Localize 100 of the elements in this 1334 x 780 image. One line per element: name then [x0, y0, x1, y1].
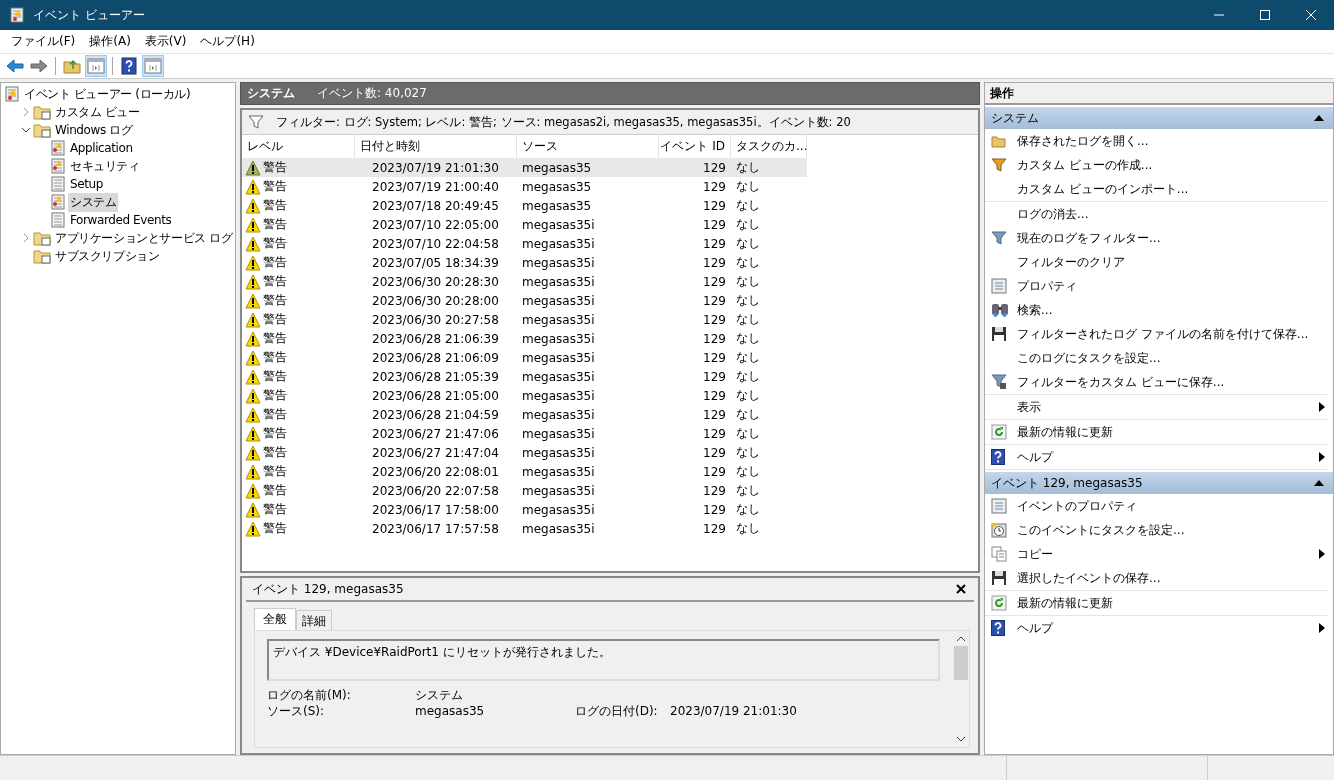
table-cell-text: 129 — [702, 483, 727, 498]
action-item[interactable]: ログの消去... — [985, 202, 1327, 226]
warning-icon — [245, 406, 261, 423]
tree-item[interactable]: セキュリティ — [68, 156, 142, 176]
scroll-down-icon[interactable] — [955, 735, 966, 743]
level-text: 警告 — [263, 482, 287, 499]
action-item[interactable]: カスタム ビューのインポート... — [985, 177, 1327, 201]
action-item[interactable]: ヘルプ — [985, 445, 1327, 469]
scroll-thumb[interactable] — [953, 646, 968, 680]
event-row[interactable]: 警告 2023/06/27 21:47:06 megasas35i 129 なし — [242, 424, 807, 443]
detail-title: イベント 129, megasas35 — [252, 580, 404, 598]
help-button[interactable] — [118, 55, 140, 77]
level-text: 警告 — [263, 501, 287, 518]
pane-toggle-button[interactable] — [85, 55, 107, 77]
section-header[interactable]: システム — [985, 107, 1333, 129]
chevron-down-icon[interactable] — [21, 125, 31, 135]
table-cell-text: 2023/06/28 21:06:09 — [371, 350, 500, 365]
tree-item[interactable]: システム — [68, 192, 119, 212]
action-item[interactable]: プロパティ — [985, 274, 1327, 298]
tree-item[interactable]: Application — [68, 140, 135, 156]
funnel-icon — [991, 158, 1007, 172]
table-cell-text: なし — [735, 368, 761, 385]
event-row[interactable]: 警告 2023/07/19 21:01:30 megasas35 129 なし — [242, 158, 807, 177]
properties-icon — [991, 498, 1007, 514]
log-icon — [50, 176, 66, 192]
tree-item[interactable]: イベント ビューアー (ローカル) — [22, 84, 193, 104]
event-row[interactable]: 警告 2023/06/20 22:08:01 megasas35i 129 なし — [242, 462, 807, 481]
level-text: 警告 — [263, 368, 287, 385]
action-item[interactable]: ヘルプ — [985, 616, 1327, 640]
actions-title: 操作 — [985, 83, 1333, 105]
collapse-icon[interactable] — [1313, 114, 1325, 122]
action-item[interactable]: フィルターをカスタム ビューに保存... — [985, 370, 1327, 394]
menu-item[interactable]: 表示(V) — [137, 33, 194, 50]
table-cell-text: megasas35i — [521, 464, 596, 479]
event-row[interactable]: 警告 2023/06/17 17:58:00 megasas35i 129 なし — [242, 500, 807, 519]
tree-item[interactable]: カスタム ビュー — [53, 102, 142, 122]
close-button[interactable] — [956, 584, 966, 594]
action-item[interactable]: イベントのプロパティ — [985, 494, 1327, 518]
table-cell-text: megasas35i — [521, 274, 596, 289]
menu-item[interactable]: 操作(A) — [82, 33, 138, 50]
action-item[interactable]: 検索... — [985, 298, 1327, 322]
action-item[interactable]: 最新の情報に更新 — [985, 420, 1327, 444]
event-row[interactable]: 警告 2023/06/30 20:27:58 megasas35i 129 なし — [242, 310, 807, 329]
event-row[interactable]: 警告 2023/07/19 21:00:40 megasas35 129 なし — [242, 177, 807, 196]
action-item[interactable]: カスタム ビューの作成... — [985, 153, 1327, 177]
table-cell-text: 129 — [702, 179, 727, 194]
tab[interactable]: 詳細 — [296, 610, 332, 630]
tab[interactable]: 全般 — [254, 608, 296, 630]
event-log-icon — [9, 7, 25, 23]
event-row[interactable]: 警告 2023/06/28 21:05:39 megasas35i 129 なし — [242, 367, 807, 386]
table-cell-text: megasas35 — [521, 160, 593, 175]
tree-item[interactable]: サブスクリプション — [53, 246, 162, 266]
event-row[interactable]: 警告 2023/06/20 22:07:58 megasas35i 129 なし — [242, 481, 807, 500]
tree-item[interactable]: Setup — [68, 176, 105, 192]
menu-item[interactable]: ヘルプ(H) — [193, 33, 262, 50]
table-cell-text: なし — [735, 311, 761, 328]
event-row[interactable]: 警告 2023/06/28 21:06:39 megasas35i 129 なし — [242, 329, 807, 348]
event-row[interactable]: 警告 2023/07/18 20:49:45 megasas35 129 なし — [242, 196, 807, 215]
level-text: 警告 — [263, 463, 287, 480]
action-item[interactable]: このログにタスクを設定... — [985, 346, 1327, 370]
action-item[interactable]: フィルターのクリア — [985, 250, 1327, 274]
action-item[interactable]: フィルターされたログ ファイルの名前を付けて保存... — [985, 322, 1327, 346]
tree-item[interactable]: Forwarded Events — [68, 212, 174, 228]
event-row[interactable]: 警告 2023/06/27 21:47:04 megasas35i 129 なし — [242, 443, 807, 462]
table-cell-text: なし — [735, 482, 761, 499]
section-header[interactable]: イベント 129, megasas35 — [985, 472, 1333, 494]
pane-toggle-button[interactable] — [142, 55, 164, 77]
action-item[interactable]: 表示 — [985, 395, 1327, 419]
folder-icon — [33, 248, 51, 264]
event-row[interactable]: 警告 2023/07/10 22:05:00 megasas35i 129 なし — [242, 215, 807, 234]
table-cell-text: 129 — [702, 217, 727, 232]
event-row[interactable]: 警告 2023/07/05 18:34:39 megasas35i 129 なし — [242, 253, 807, 272]
table-cell-text: 2023/07/18 20:49:45 — [371, 198, 500, 213]
folder-icon — [33, 122, 51, 138]
event-row[interactable]: 警告 2023/06/30 20:28:00 megasas35i 129 なし — [242, 291, 807, 310]
warning-icon — [245, 482, 261, 499]
action-item[interactable]: 最新の情報に更新 — [985, 591, 1327, 615]
table-cell-text: 2023/07/10 22:04:58 — [371, 236, 500, 251]
action-item[interactable]: 現在のログをフィルター... — [985, 226, 1327, 250]
collapse-icon[interactable] — [1313, 479, 1325, 487]
scroll-up-icon[interactable] — [955, 635, 966, 643]
chevron-right-icon[interactable] — [21, 233, 31, 243]
event-count: イベント数: 40,027 — [317, 85, 427, 102]
action-item[interactable]: コピー — [985, 542, 1327, 566]
event-row[interactable]: 警告 2023/07/10 22:04:58 megasas35i 129 なし — [242, 234, 807, 253]
level-text: 警告 — [263, 273, 287, 290]
tree-item[interactable]: アプリケーションとサービス ログ — [53, 228, 235, 248]
event-row[interactable]: 警告 2023/06/17 17:57:58 megasas35i 129 なし — [242, 519, 807, 538]
event-row[interactable]: 警告 2023/06/28 21:05:00 megasas35i 129 なし — [242, 386, 807, 405]
action-item[interactable]: 選択したイベントの保存... — [985, 566, 1327, 590]
table-cell-text: 2023/06/30 20:28:00 — [371, 293, 500, 308]
warning-icon — [245, 520, 261, 537]
event-row[interactable]: 警告 2023/06/28 21:06:09 megasas35i 129 なし — [242, 348, 807, 367]
tree-item[interactable]: Windows ログ — [53, 120, 135, 140]
event-row[interactable]: 警告 2023/06/28 21:04:59 megasas35i 129 なし — [242, 405, 807, 424]
action-item[interactable]: このイベントにタスクを設定... — [985, 518, 1327, 542]
event-row[interactable]: 警告 2023/06/30 20:28:30 megasas35i 129 なし — [242, 272, 807, 291]
action-item[interactable]: 保存されたログを開く... — [985, 129, 1327, 153]
chevron-right-icon[interactable] — [21, 107, 31, 117]
menu-item[interactable]: ファイル(F) — [4, 33, 83, 50]
